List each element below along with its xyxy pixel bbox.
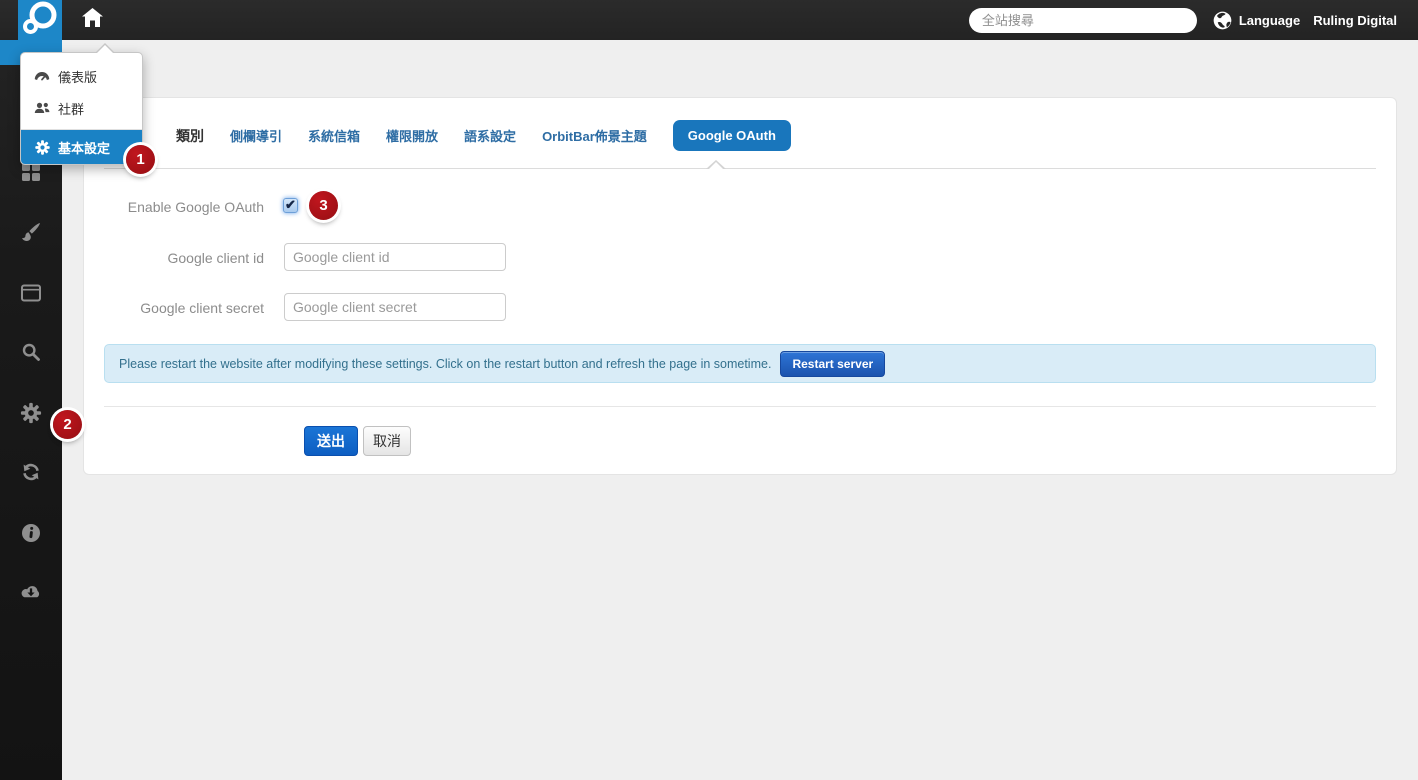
window-icon[interactable] (21, 285, 41, 302)
checkmark-icon: ✔ (285, 198, 296, 211)
modules-icon[interactable] (22, 163, 40, 181)
tab-orbitbar-theme[interactable]: OrbitBar佈景主題 (542, 126, 647, 145)
settings-card: 類別 側欄導引 系統信箱 權限開放 語系設定 OrbitBar佈景主題 Goog… (83, 97, 1397, 475)
orbit-logo-button[interactable] (18, 0, 62, 40)
account-menu[interactable]: Ruling Digital (1313, 13, 1397, 28)
topbar-right: Language Ruling Digital (969, 0, 1418, 40)
menu-item-dashboard[interactable]: 儀表版 (21, 60, 142, 92)
tab-underline (104, 168, 1376, 169)
gear-icon[interactable] (21, 403, 42, 424)
menu-item-basic-settings[interactable]: 基本設定 (21, 130, 142, 164)
cancel-button[interactable]: 取消 (363, 426, 411, 456)
enable-oauth-label: Enable Google OAuth (84, 199, 264, 215)
language-menu[interactable]: Language (1239, 13, 1300, 28)
gear-icon (33, 140, 51, 155)
search-icon[interactable] (22, 343, 40, 361)
restart-info-alert: Please restart the website after modifyi… (104, 344, 1376, 383)
menu-item-community[interactable]: 社群 (21, 92, 142, 124)
settings-tabs: 類別 側欄導引 系統信箱 權限開放 語系設定 OrbitBar佈景主題 Goog… (176, 120, 791, 151)
form-divider (104, 406, 1376, 407)
paintbrush-icon[interactable] (22, 223, 41, 242)
orbit-logo-icon (18, 0, 62, 43)
step-badge-3: 3 (309, 191, 338, 220)
restart-server-button[interactable]: Restart server (780, 351, 885, 377)
users-icon (33, 102, 51, 114)
globe-icon (1213, 11, 1232, 30)
search-input[interactable] (982, 13, 1182, 28)
tab-google-oauth[interactable]: Google OAuth (673, 120, 791, 151)
tab-category[interactable]: 類別 (176, 126, 204, 146)
tab-permissions[interactable]: 權限開放 (386, 126, 438, 145)
cloud-download-icon[interactable] (20, 585, 42, 600)
home-icon (82, 8, 103, 32)
menu-item-label: 基本設定 (58, 138, 110, 157)
menu-item-label: 儀表版 (58, 67, 97, 86)
tab-language[interactable]: 語系設定 (464, 126, 516, 145)
orbit-dropdown-menu: 儀表版 社群 基 (20, 52, 143, 165)
site-search[interactable] (969, 8, 1197, 33)
menu-item-label: 社群 (58, 99, 84, 118)
submit-button[interactable]: 送出 (304, 426, 358, 456)
step-badge-1: 1 (126, 145, 155, 174)
topbar: Language Ruling Digital (0, 0, 1418, 40)
client-secret-input[interactable] (284, 293, 506, 321)
client-id-label: Google client id (84, 250, 264, 266)
gauge-icon (33, 71, 51, 82)
tab-system-email[interactable]: 系統信箱 (308, 126, 360, 145)
sync-icon[interactable] (22, 464, 41, 481)
tab-side-nav[interactable]: 側欄導引 (230, 126, 282, 145)
client-secret-label: Google client secret (84, 300, 264, 316)
step-badge-2: 2 (53, 410, 82, 439)
enable-oauth-checkbox[interactable]: ✔ (283, 198, 298, 213)
client-id-input[interactable] (284, 243, 506, 271)
alert-message: Please restart the website after modifyi… (119, 357, 771, 371)
info-icon[interactable] (22, 524, 41, 543)
home-button[interactable] (78, 0, 106, 40)
